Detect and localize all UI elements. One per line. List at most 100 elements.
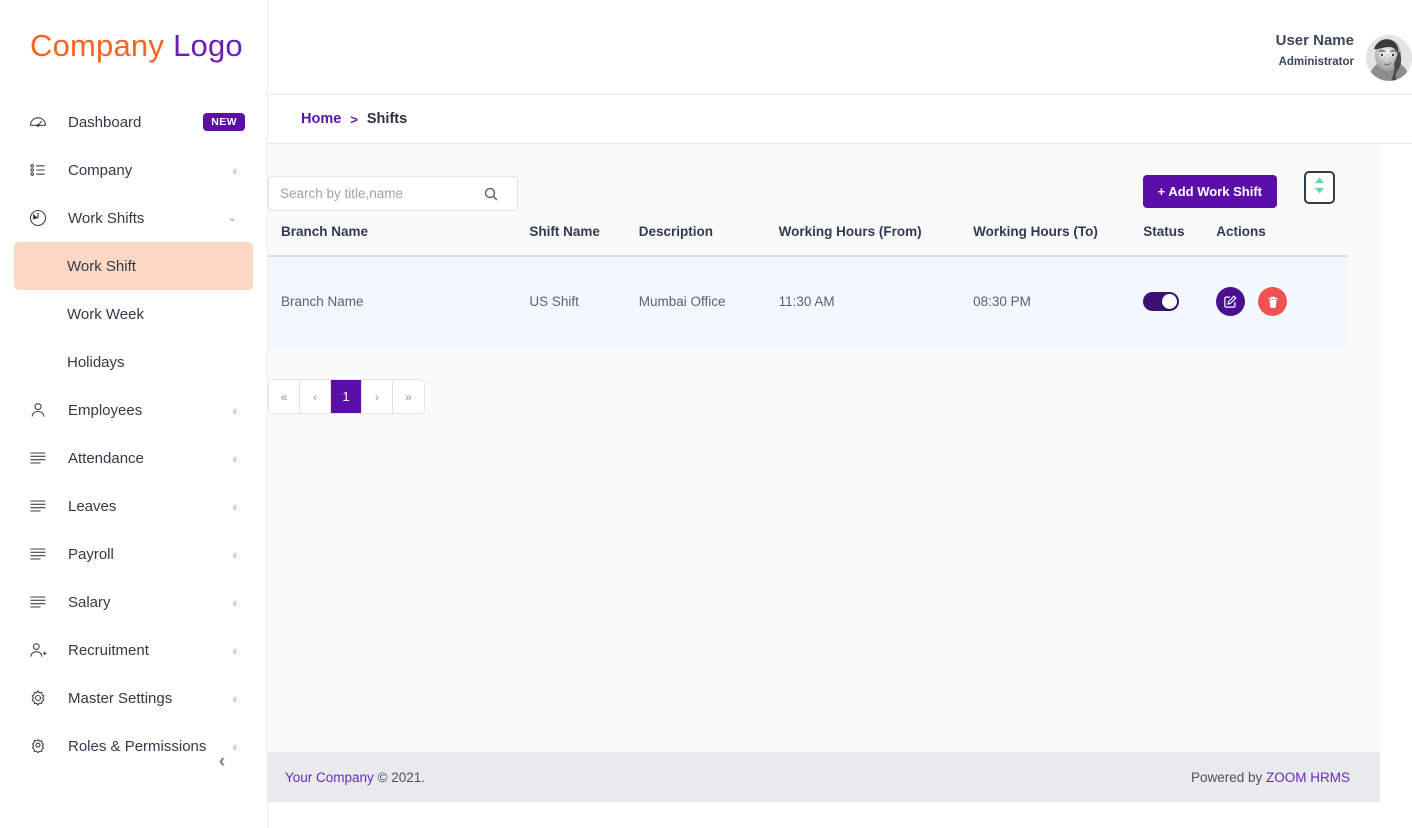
sort-arrows-icon	[1312, 176, 1327, 200]
chevron-left-icon: ‹	[232, 402, 237, 418]
search-input[interactable]	[269, 177, 474, 210]
top-header: User Name Administrator	[268, 0, 1412, 95]
breadcrumb-separator: >	[350, 111, 358, 127]
brand-logo[interactable]: Company Logo	[0, 0, 267, 92]
column-header-working-hours-from[interactable]: Working Hours (From)	[778, 224, 974, 257]
sidebar-subitem-label: Work Shift	[67, 257, 136, 275]
sidebar-item-label: Payroll	[68, 545, 114, 563]
cell-branch-name: Branch Name	[268, 256, 530, 349]
toggle-knob	[1162, 294, 1178, 309]
footer-powered-brand[interactable]: ZOOM HRMS	[1266, 770, 1350, 785]
delete-row-button[interactable]	[1258, 287, 1287, 316]
sidebar-item-label: Attendance	[68, 449, 144, 467]
gauge-icon	[28, 111, 54, 133]
sidebar-item-company[interactable]: Company ‹	[0, 146, 267, 194]
lines-icon	[28, 495, 54, 517]
avatar-image	[1366, 35, 1412, 81]
avatar[interactable]	[1366, 35, 1412, 81]
sidebar-subitem-work-week[interactable]: Work Week	[14, 290, 253, 338]
sidebar-item-label: Roles & Permissions	[68, 737, 207, 755]
trash-icon	[1267, 296, 1278, 308]
sidebar-item-dashboard[interactable]: Dashboard NEW	[0, 98, 267, 146]
cell-actions	[1216, 256, 1348, 349]
sidebar-item-employees[interactable]: Employees ‹	[0, 386, 267, 434]
main-content: + Add Work Shift Branch Name Shift Name …	[268, 144, 1380, 752]
pagination-prev[interactable]: ‹	[300, 380, 331, 413]
lines-icon	[28, 591, 54, 613]
lines-icon	[28, 447, 54, 469]
sidebar-subitem-label: Work Week	[67, 305, 144, 323]
sidebar-item-recruitment[interactable]: Recruitment ‹	[0, 626, 267, 674]
gear-icon	[28, 687, 54, 709]
edit-row-button[interactable]	[1216, 287, 1246, 316]
sidebar-item-label: Employees	[68, 401, 143, 419]
chevron-left-icon: ‹	[232, 162, 237, 178]
sidebar-item-work-shifts[interactable]: Work Shifts ⌄	[0, 194, 267, 242]
sidebar-subitem-holidays[interactable]: Holidays	[14, 338, 253, 386]
pagination-first[interactable]: «	[269, 380, 300, 413]
column-header-actions: Actions	[1216, 224, 1348, 257]
work-shifts-table: Branch Name Shift Name Description Worki…	[268, 224, 1348, 349]
footer-company-link[interactable]: Your Company	[285, 770, 374, 785]
cell-status	[1143, 256, 1217, 349]
pagination-last[interactable]: »	[393, 380, 424, 413]
chevron-left-icon: ‹	[232, 690, 237, 706]
column-header-working-hours-to[interactable]: Working Hours (To)	[973, 224, 1144, 257]
column-header-shift-name[interactable]: Shift Name	[529, 224, 639, 257]
gear-user-icon	[28, 735, 54, 757]
sidebar-item-label: Salary	[68, 593, 111, 611]
brand-logo-part1: Company	[30, 28, 165, 63]
sidebar-item-label: Recruitment	[68, 641, 149, 659]
user-icon	[28, 399, 54, 421]
user-info[interactable]: User Name Administrator	[1276, 32, 1354, 68]
list-icon	[28, 159, 54, 181]
sidebar-subitem-label: Holidays	[67, 353, 125, 371]
chevron-left-icon: ‹	[232, 498, 237, 514]
user-name: User Name	[1275, 32, 1354, 49]
table-toolbar: + Add Work Shift	[268, 144, 1380, 224]
user-role: Administrator	[1278, 56, 1354, 68]
sidebar-item-label: Work Shifts	[68, 209, 145, 227]
app-root: Company Logo Dashboard NEW Company ‹ Wor…	[0, 0, 1412, 828]
new-badge: NEW	[203, 113, 245, 131]
breadcrumb-home[interactable]: Home	[301, 111, 341, 127]
column-header-branch-name[interactable]: Branch Name	[268, 224, 530, 257]
cell-shift-name: US Shift	[529, 256, 639, 349]
sidebar-collapse-toggle[interactable]: ‹	[208, 748, 236, 776]
add-work-shift-button[interactable]: + Add Work Shift	[1142, 175, 1277, 208]
footer-powered-by: Powered by ZOOM HRMS	[1191, 770, 1350, 785]
sidebar-item-leaves[interactable]: Leaves ‹	[0, 482, 267, 530]
sort-toggle-button[interactable]	[1304, 171, 1335, 204]
footer: Your Company © 2021. Powered by ZOOM HRM…	[268, 752, 1380, 802]
pagination-page-1[interactable]: 1	[331, 380, 362, 413]
user-plus-icon	[28, 639, 54, 661]
sidebar-item-payroll[interactable]: Payroll ‹	[0, 530, 267, 578]
chevron-down-icon: ⌄	[227, 211, 237, 224]
chevron-left-icon: ‹	[232, 450, 237, 466]
sidebar-nav: Dashboard NEW Company ‹ Work Shifts ⌄ Wo…	[0, 92, 267, 770]
column-header-description[interactable]: Description	[638, 224, 779, 257]
table-head: Branch Name Shift Name Description Worki…	[268, 224, 1348, 257]
table-header-row: Branch Name Shift Name Description Worki…	[268, 224, 1348, 257]
search-box[interactable]	[268, 176, 518, 211]
pagination-next[interactable]: ›	[362, 380, 393, 413]
column-header-status[interactable]: Status	[1143, 224, 1217, 257]
chevron-left-icon: ‹	[232, 642, 237, 658]
chevron-left-icon: ‹	[232, 546, 237, 562]
sidebar-item-attendance[interactable]: Attendance ‹	[0, 434, 267, 482]
sidebar-item-master-settings[interactable]: Master Settings ‹	[0, 674, 267, 722]
sidebar: Company Logo Dashboard NEW Company ‹ Wor…	[0, 0, 268, 828]
breadcrumb: Home > Shifts	[268, 95, 1412, 144]
lines-icon	[28, 543, 54, 565]
breadcrumb-current: Shifts	[366, 111, 408, 127]
cell-working-hours-to: 08:30 PM	[973, 256, 1144, 349]
sidebar-subitem-work-shift[interactable]: Work Shift	[14, 242, 253, 290]
status-toggle[interactable]	[1143, 292, 1180, 311]
sidebar-item-salary[interactable]: Salary ‹	[0, 578, 267, 626]
sidebar-item-label: Dashboard	[68, 113, 142, 131]
search-icon[interactable]	[474, 186, 508, 202]
cell-working-hours-from: 11:30 AM	[778, 256, 974, 349]
chevron-left-icon: ‹	[218, 751, 226, 772]
pagination: « ‹ 1 › »	[268, 379, 425, 414]
footer-copyright: Your Company © 2021.	[285, 770, 425, 785]
